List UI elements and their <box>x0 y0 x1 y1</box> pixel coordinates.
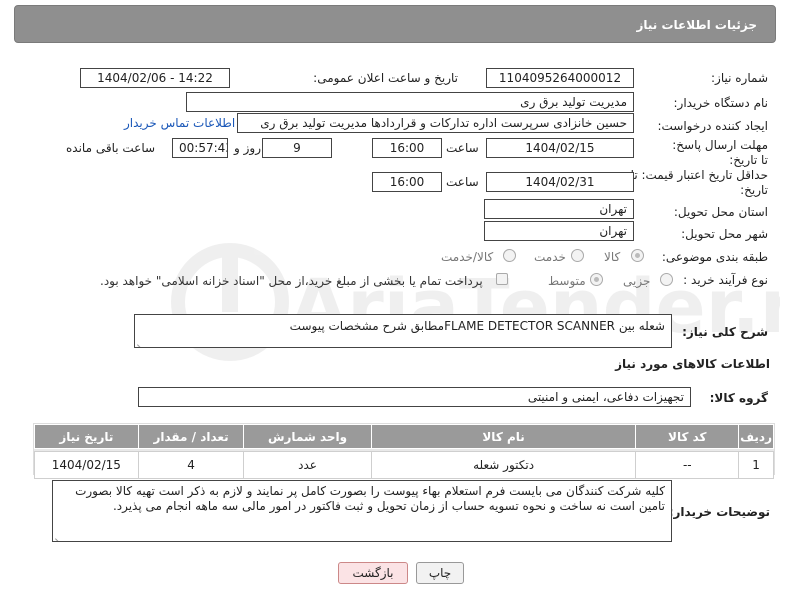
need-number-label: شماره نیاز: <box>711 71 768 85</box>
goods-table-header: ردیف کد کالا نام کالا واحد شمارش تعداد /… <box>34 424 774 449</box>
goods-section-title: اطلاعات کالاهای مورد نیاز <box>615 357 770 371</box>
buyer-org-field[interactable]: مدیریت تولید برق ری <box>186 92 634 112</box>
category-option-service: خدمت <box>534 250 566 264</box>
category-label: طبقه بندی موضوعی: <box>661 250 768 264</box>
price-validity-time-label: ساعت <box>446 175 479 189</box>
process-label: نوع فرآیند خرید : <box>683 273 768 287</box>
cell-item-code: -- <box>635 451 740 479</box>
remaining-time-field[interactable]: 00:57:43 <box>172 138 228 158</box>
process-option-medium: متوسط <box>548 274 586 288</box>
page-header: جزئیات اطلاعات نیاز <box>14 5 776 43</box>
cell-item-name: دتکتور شعله <box>370 451 637 479</box>
cell-need-date: 1404/02/15 <box>34 451 139 479</box>
cell-row-number: 1 <box>738 451 774 479</box>
price-validity-time-field[interactable]: 16:00 <box>372 172 442 192</box>
category-radio-service[interactable] <box>571 249 584 262</box>
table-row[interactable]: 1 -- دتکتور شعله عدد 4 1404/02/15 <box>34 451 774 479</box>
process-radio-minor[interactable] <box>660 273 673 286</box>
cell-quantity: 4 <box>137 451 245 479</box>
remaining-days-field[interactable]: 9 <box>262 138 332 158</box>
creator-label: ایجاد کننده درخواست: <box>657 119 768 133</box>
announce-label: تاریخ و ساعت اعلان عمومی: <box>313 71 458 85</box>
col-unit: واحد شمارش <box>243 424 372 449</box>
col-quantity: تعداد / مقدار <box>137 424 245 449</box>
description-field[interactable]: شعله بین FLAME DETECTOR SCANNERمطابق شرح… <box>134 314 672 348</box>
description-label: شرح کلی نیاز: <box>682 325 768 339</box>
process-radio-medium[interactable] <box>590 273 603 286</box>
days-label: روز و <box>234 141 261 155</box>
buyer-org-label: نام دستگاه خریدار: <box>673 96 769 110</box>
deadline-time-field[interactable]: 16:00 <box>372 138 442 158</box>
need-number-field[interactable]: 1104095264000012 <box>486 68 634 88</box>
buyer-notes-field[interactable]: کلیه شرکت کنندگان می بایست فرم استعلام ب… <box>52 480 672 542</box>
cell-unit: عدد <box>243 451 372 479</box>
goods-group-field[interactable]: تجهیزات دفاعی، ایمنی و امنیتی <box>138 387 691 407</box>
col-row-number: ردیف <box>738 424 774 449</box>
price-validity-date-field[interactable]: 1404/02/31 <box>486 172 634 192</box>
province-field[interactable]: تهران <box>484 199 634 219</box>
price-validity-label: حداقل تاریخ اعتبار قیمت: تا تاریخ: <box>630 168 768 197</box>
category-radio-goods[interactable] <box>631 249 644 262</box>
buyer-notes-label: توضیحات خریدار: <box>668 505 770 519</box>
treasury-payment-checkbox[interactable] <box>496 273 508 285</box>
province-label: استان محل تحویل: <box>673 205 768 219</box>
deadline-date-field[interactable]: 1404/02/15 <box>486 138 634 158</box>
treasury-payment-note: پرداخت تمام یا بخشی از مبلغ خرید،از محل … <box>100 274 483 288</box>
page-title: جزئیات اطلاعات نیاز <box>636 18 757 32</box>
col-item-code: کد کالا <box>635 424 740 449</box>
description-text: شعله بین FLAME DETECTOR SCANNERمطابق شرح… <box>289 319 665 333</box>
creator-field[interactable]: حسین خانزادی سرپرست اداره تدارکات و قرار… <box>237 113 634 133</box>
resize-handle[interactable] <box>137 337 145 345</box>
buyer-contact-link[interactable]: اطلاعات تماس خریدار <box>124 116 235 130</box>
goods-group-label: گروه کالا: <box>709 391 768 405</box>
buyer-notes-text: کلیه شرکت کنندگان می بایست فرم استعلام ب… <box>75 484 665 513</box>
goods-table: ردیف کد کالا نام کالا واحد شمارش تعداد /… <box>34 424 774 479</box>
back-button[interactable]: بازگشت <box>338 562 408 584</box>
buyer-notes-resize-handle[interactable] <box>55 531 63 539</box>
deadline-time-label: ساعت <box>446 141 479 155</box>
deadline-label: مهلت ارسال پاسخ: تا تاریخ: <box>672 138 768 167</box>
print-button[interactable]: چاپ <box>416 562 464 584</box>
announce-datetime-field[interactable]: 1404/02/06 - 14:22 <box>80 68 230 88</box>
category-option-goods-service: کالا/خدمت <box>441 250 494 264</box>
col-item-name: نام کالا <box>370 424 637 449</box>
col-need-date: تاریخ نیاز <box>34 424 139 449</box>
city-field[interactable]: تهران <box>484 221 634 241</box>
category-radio-goods-service[interactable] <box>503 249 516 262</box>
city-label: شهر محل تحویل: <box>681 227 768 241</box>
remaining-label: ساعت باقی مانده <box>66 141 156 155</box>
category-option-goods: کالا <box>604 250 621 264</box>
process-option-minor: جزیی <box>623 274 651 288</box>
